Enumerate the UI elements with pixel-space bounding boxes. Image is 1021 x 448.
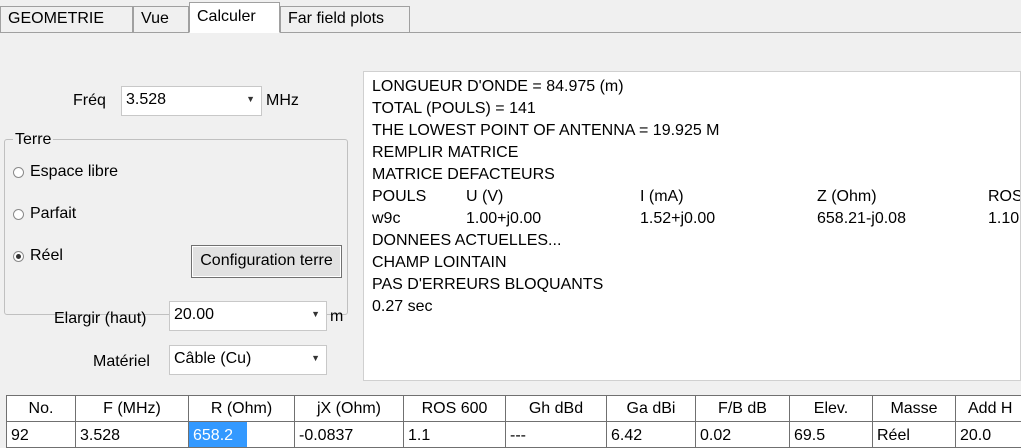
- elargir-label: Elargir (haut): [54, 310, 147, 327]
- terre-group-title: Terre: [13, 131, 54, 149]
- grid-cell-r-selected: 658.2: [189, 422, 248, 447]
- output-table-header: I (mA): [640, 188, 684, 205]
- radio-reel[interactable]: Réel: [13, 247, 63, 265]
- output-line: CHAMP LOINTAIN: [372, 254, 507, 271]
- materiel-value: Câble (Cu): [174, 350, 252, 367]
- elargir-value: 20.00: [174, 306, 215, 323]
- output-table-cell: w9c: [372, 210, 401, 227]
- output-line: 0.27 sec: [372, 298, 433, 315]
- materiel-label: Matériel: [93, 353, 150, 370]
- grid-cell-jx[interactable]: -0.0837: [295, 422, 404, 448]
- chevron-down-icon: ▼: [246, 94, 255, 104]
- freq-combo[interactable]: 3.528 ▼: [121, 86, 262, 116]
- freq-value: 3.528: [126, 91, 167, 108]
- radio-icon: [13, 208, 24, 220]
- grid-cell-r[interactable]: 658.2: [189, 422, 295, 448]
- radio-espace-libre[interactable]: Espace libre: [13, 163, 118, 181]
- radio-selected-icon: [13, 250, 24, 262]
- freq-label: Fréq: [73, 92, 106, 109]
- grid-header-add-h[interactable]: Add H: [956, 396, 1021, 422]
- grid-cell-no[interactable]: 92: [7, 422, 76, 448]
- radio-label: Parfait: [30, 205, 77, 222]
- output-line: THE LOWEST POINT OF ANTENNA = 19.925 M: [372, 122, 720, 139]
- output-table-header: POULS: [372, 188, 427, 205]
- radio-parfait[interactable]: Parfait: [13, 205, 76, 223]
- output-table-header: U (V): [466, 188, 504, 205]
- grid-header-freq[interactable]: F (MHz): [76, 396, 189, 422]
- grid-header-jx[interactable]: jX (Ohm): [295, 396, 404, 422]
- tab-far-field-plots[interactable]: Far field plots: [280, 6, 410, 33]
- output-line: REMPLIR MATRICE: [372, 144, 519, 161]
- output-table-header: ROS: [988, 188, 1021, 205]
- output-table-cell: 1.10: [988, 210, 1020, 227]
- materiel-combo[interactable]: Câble (Cu) ▼: [169, 345, 327, 375]
- grid-cell-fb[interactable]: 0.02: [696, 422, 790, 448]
- output-table-cell: 658.21-j0.08: [817, 210, 906, 227]
- chevron-down-icon: ▼: [311, 309, 320, 319]
- elargir-combo[interactable]: 20.00 ▼: [169, 301, 327, 331]
- tab-calculer[interactable]: Calculer: [189, 2, 280, 33]
- output-table-cell: 1.52+j0.00: [640, 210, 716, 227]
- grid-cell-elev[interactable]: 69.5: [790, 422, 873, 448]
- chevron-down-icon: ▼: [311, 353, 320, 363]
- grid-header-no[interactable]: No.: [7, 396, 76, 422]
- output-line: LONGUEUR D'ONDE = 84.975 (m): [372, 78, 624, 95]
- output-line: DONNEES ACTUELLES...: [372, 232, 562, 249]
- grid-cell-add-h[interactable]: 20.0: [956, 422, 1021, 448]
- results-grid: No. F (MHz) R (Ohm) jX (Ohm) ROS 600 Gh …: [6, 395, 1021, 448]
- grid-header-r[interactable]: R (Ohm): [189, 396, 295, 422]
- grid-header-ga[interactable]: Ga dBi: [607, 396, 696, 422]
- grid-cell-gh[interactable]: ---: [506, 422, 607, 448]
- radio-label: Espace libre: [30, 163, 119, 180]
- grid-header-masse[interactable]: Masse: [873, 396, 956, 422]
- grid-cell-ga[interactable]: 6.42: [607, 422, 696, 448]
- grid-cell-freq[interactable]: 3.528: [76, 422, 189, 448]
- tab-vue[interactable]: Vue: [133, 6, 189, 33]
- grid-cell-masse[interactable]: Réel: [873, 422, 956, 448]
- output-line: MATRICE DEFACTEURS: [372, 166, 555, 183]
- calculer-panel: Fréq 3.528 ▼ MHz Terre Espace libre Parf…: [0, 33, 1021, 448]
- output-table-header: Z (Ohm): [817, 188, 877, 205]
- output-line: TOTAL (POULS) = 141: [372, 100, 536, 117]
- grid-header-elev[interactable]: Elev.: [790, 396, 873, 422]
- tab-geometrie[interactable]: GEOMETRIE: [0, 6, 133, 33]
- grid-header-ros[interactable]: ROS 600: [404, 396, 506, 422]
- elargir-unit: m: [330, 308, 344, 325]
- tab-bar: GEOMETRIE Vue Far field plots Calculer: [0, 0, 1021, 34]
- freq-unit: MHz: [266, 92, 299, 109]
- grid-header-fb[interactable]: F/B dB: [696, 396, 790, 422]
- output-line: PAS D'ERREURS BLOQUANTS: [372, 276, 604, 293]
- output-table-cell: 1.00+j0.00: [466, 210, 542, 227]
- grid-cell-ros[interactable]: 1.1: [404, 422, 506, 448]
- radio-label: Réel: [30, 247, 63, 264]
- configuration-terre-button[interactable]: Configuration terre: [191, 245, 342, 278]
- grid-header-gh[interactable]: Gh dBd: [506, 396, 607, 422]
- radio-icon: [13, 166, 24, 178]
- output-log[interactable]: LONGUEUR D'ONDE = 84.975 (m) TOTAL (POUL…: [363, 71, 1021, 381]
